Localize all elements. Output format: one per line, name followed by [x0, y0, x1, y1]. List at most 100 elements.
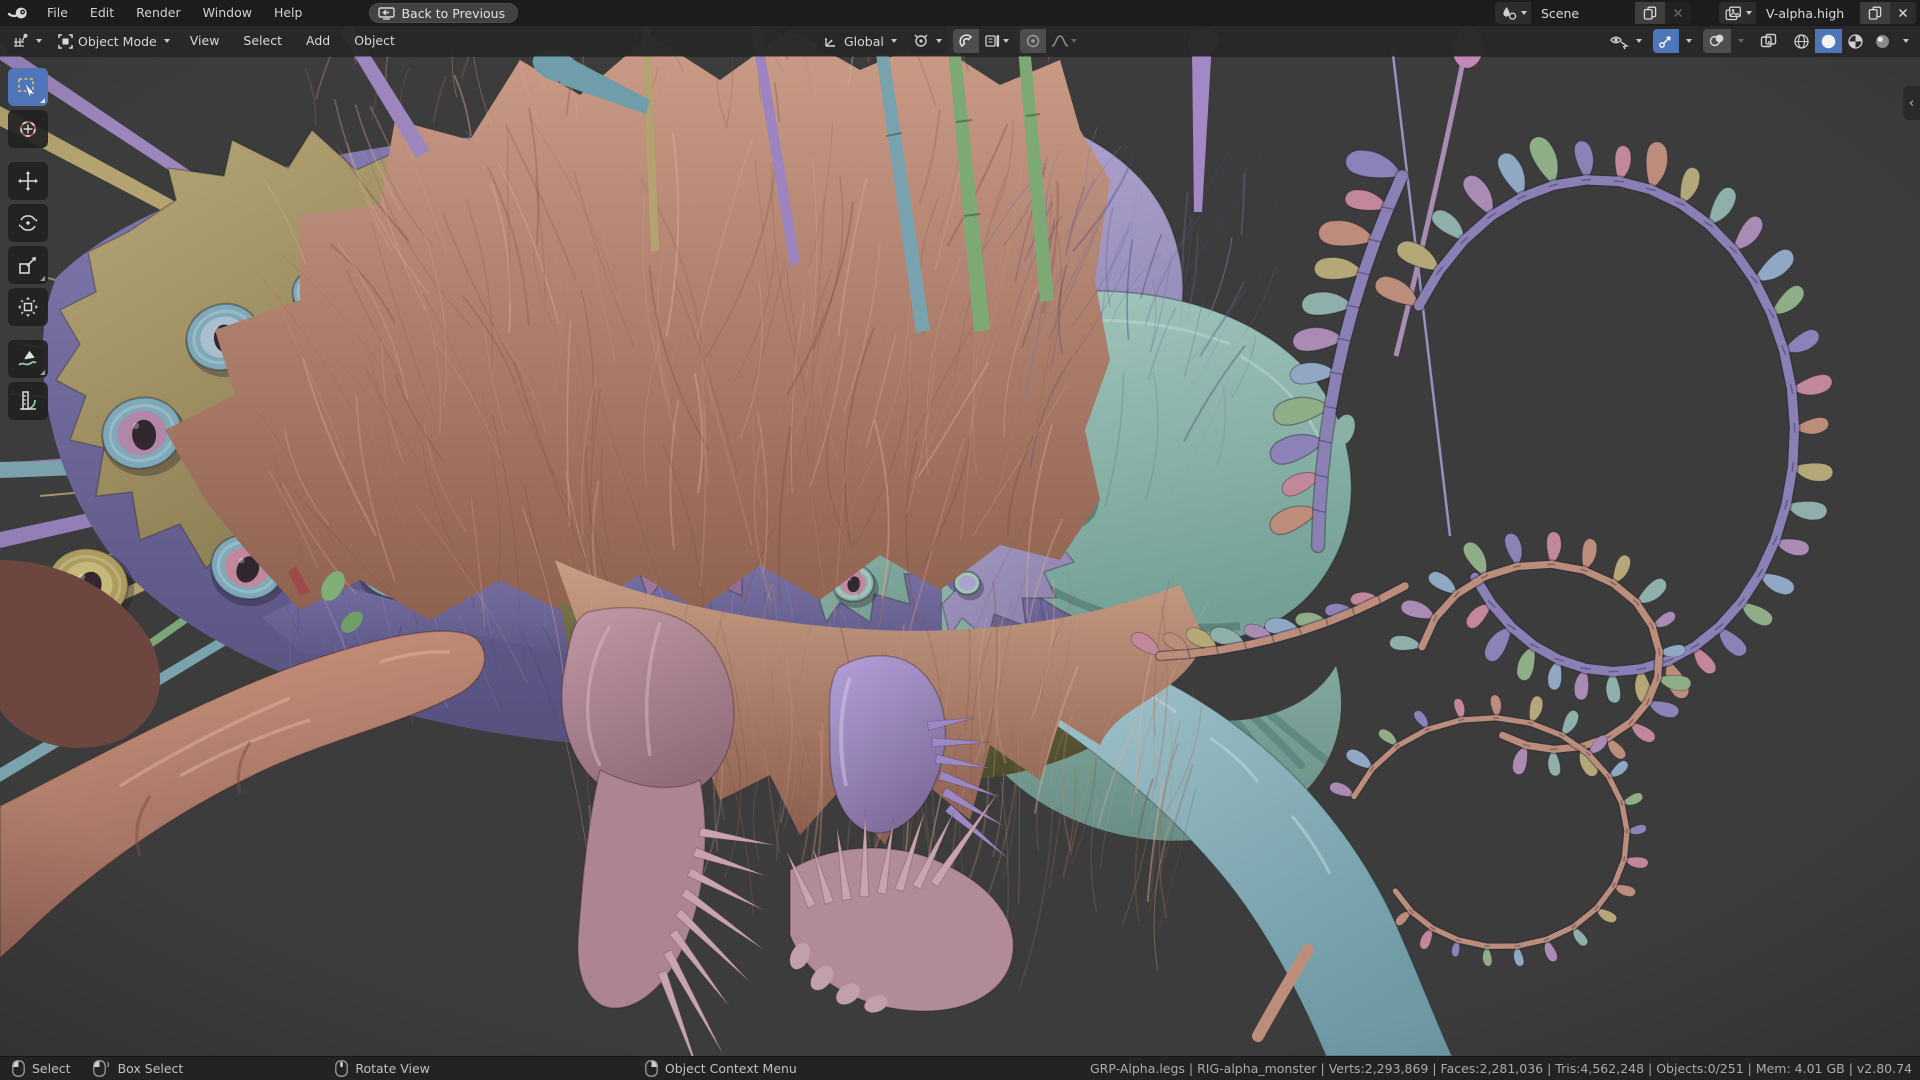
- tool-scale[interactable]: [8, 246, 48, 284]
- scene-browse-button[interactable]: [1495, 2, 1531, 24]
- shading-wireframe-button[interactable]: [1788, 29, 1815, 53]
- close-icon: [1673, 8, 1683, 18]
- proportional-editing-toggle[interactable]: [1020, 29, 1046, 53]
- transform-orientation-selector[interactable]: Global: [818, 29, 902, 53]
- tool-annotate[interactable]: [8, 340, 48, 378]
- select-box-icon: [16, 75, 40, 99]
- orientation-icon: [823, 34, 839, 49]
- falloff-selector[interactable]: [1046, 29, 1082, 53]
- transform-icon: [16, 295, 40, 319]
- xray-toggle[interactable]: [1755, 29, 1782, 53]
- tool-rotate[interactable]: [8, 204, 48, 242]
- menu-window[interactable]: Window: [192, 0, 263, 26]
- menu-file[interactable]: File: [36, 0, 79, 26]
- show-gizmo-toggle[interactable]: [1653, 29, 1679, 53]
- scene-statistics: GRP-Alpha.legs | RIG-alpha_monster | Ver…: [1090, 1061, 1912, 1076]
- snap-target-selector[interactable]: [979, 29, 1014, 53]
- menu-add[interactable]: Add: [297, 29, 339, 53]
- chevron-down-icon: [1521, 11, 1527, 15]
- overlays-group: [1703, 29, 1749, 53]
- show-object-types-selector[interactable]: [1604, 29, 1647, 53]
- hint-label: Rotate View: [355, 1061, 430, 1076]
- hint-label: Box Select: [118, 1061, 184, 1076]
- shading-wireframe-icon: [1793, 33, 1810, 50]
- view-layer-icon: [1725, 6, 1742, 21]
- menu-object[interactable]: Object: [345, 29, 404, 53]
- shading-solid-button[interactable]: [1815, 29, 1842, 53]
- tool-select-box[interactable]: [8, 68, 48, 106]
- proportional-editing-icon: [1025, 33, 1041, 49]
- back-to-previous-button[interactable]: Back to Previous: [369, 3, 518, 23]
- view-layer-browse-button[interactable]: [1719, 2, 1756, 24]
- menu-help[interactable]: Help: [263, 0, 314, 26]
- show-overlays-toggle[interactable]: [1703, 29, 1731, 53]
- menu-select[interactable]: Select: [234, 29, 291, 53]
- snap-toggle[interactable]: [953, 29, 979, 53]
- mouse-left-drag-icon: [93, 1060, 111, 1077]
- mouse-left-icon: [12, 1060, 25, 1077]
- blender-logo[interactable]: [8, 5, 30, 21]
- chevron-down-icon: [1746, 11, 1752, 15]
- shading-dropdown[interactable]: [1896, 29, 1914, 53]
- xray-icon: [1760, 33, 1777, 49]
- tool-measure[interactable]: [8, 382, 48, 420]
- gizmo-group: [1653, 29, 1697, 53]
- mode-selector[interactable]: Object Mode: [53, 29, 175, 53]
- hint-box-select: Box Select: [93, 1060, 184, 1077]
- editor-type-button[interactable]: [6, 29, 47, 53]
- chevron-down-icon: [36, 39, 42, 43]
- copy-icon: [1868, 6, 1882, 20]
- scene-new-button[interactable]: [1635, 2, 1665, 24]
- hint-label: Object Context Menu: [665, 1061, 797, 1076]
- viewport-header: Object Mode View Select Add Object Globa…: [0, 26, 1920, 56]
- scene-name-field[interactable]: Scene: [1531, 2, 1635, 24]
- viewport-canvas[interactable]: [0, 26, 1920, 1056]
- mouse-right-icon: [645, 1060, 658, 1077]
- scene-icon: [1501, 6, 1517, 21]
- chevron-down-icon: [1738, 39, 1744, 43]
- chevron-down-icon: [1071, 39, 1077, 43]
- tool-move[interactable]: [8, 162, 48, 200]
- scale-icon: [16, 253, 40, 277]
- pivot-point-icon: [913, 33, 929, 49]
- close-icon: [1898, 8, 1908, 18]
- shading-mode-group: [1788, 29, 1914, 53]
- cursor-icon: [16, 117, 40, 141]
- tool-cursor[interactable]: [8, 110, 48, 148]
- menu-render[interactable]: Render: [125, 0, 192, 26]
- menu-view[interactable]: View: [181, 29, 229, 53]
- hint-label: Select: [32, 1061, 71, 1076]
- sidebar-collapse-tab[interactable]: ‹: [1903, 86, 1920, 120]
- object-mode-icon: [58, 34, 73, 49]
- chevron-down-icon: [891, 39, 897, 43]
- gizmo-dropdown[interactable]: [1679, 29, 1697, 53]
- view-layer-remove-button[interactable]: [1890, 2, 1916, 24]
- menu-edit[interactable]: Edit: [79, 0, 125, 26]
- snap-target-icon: [984, 33, 1001, 49]
- shading-material-button[interactable]: [1842, 29, 1869, 53]
- measure-icon: [16, 389, 40, 413]
- move-icon: [16, 169, 40, 193]
- editor-type-icon: [11, 33, 29, 49]
- shading-rendered-button[interactable]: [1869, 29, 1896, 53]
- view-layer-selector: V-alpha.high: [1719, 2, 1916, 24]
- shading-material-icon: [1847, 33, 1864, 50]
- mode-label: Object Mode: [78, 34, 157, 49]
- rotate-icon: [16, 211, 40, 235]
- view-layer-name-field[interactable]: V-alpha.high: [1756, 2, 1860, 24]
- tool-transform[interactable]: [8, 288, 48, 326]
- view-layer-new-button[interactable]: [1860, 2, 1890, 24]
- chevron-down-icon: [1903, 39, 1909, 43]
- overlays-dropdown[interactable]: [1731, 29, 1749, 53]
- proportional-editing-group: [1020, 29, 1082, 53]
- topbar: File Edit Render Window Help Back to Pre…: [0, 0, 1920, 26]
- annotate-icon: [16, 347, 40, 371]
- falloff-curve-icon: [1051, 33, 1069, 49]
- shading-solid-icon: [1820, 33, 1837, 50]
- pivot-point-selector[interactable]: [908, 29, 947, 53]
- statusbar: Select Box Select Rotate View Object Con…: [0, 1056, 1920, 1080]
- hint-object-context-menu: Object Context Menu: [645, 1060, 797, 1077]
- viewport-3d: Object Mode View Select Add Object Globa…: [0, 26, 1920, 1056]
- blender-logo-icon: [8, 5, 30, 21]
- show-object-types-icon: [1609, 33, 1629, 49]
